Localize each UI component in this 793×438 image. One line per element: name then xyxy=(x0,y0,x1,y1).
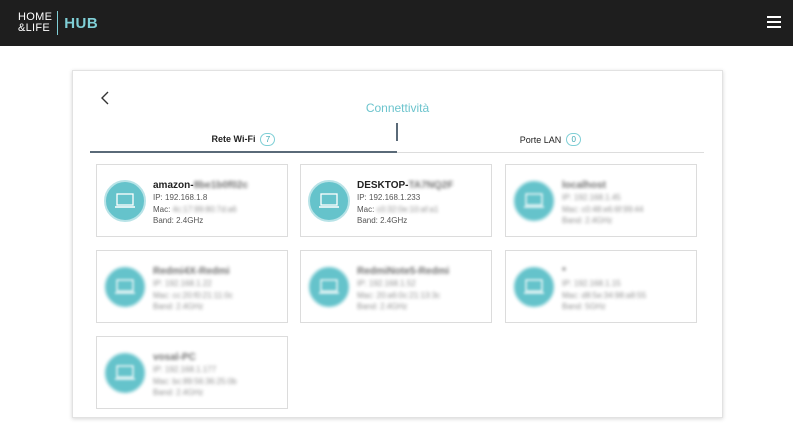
device-mac: Mac: 20:a6:0c:21:13:3c xyxy=(357,290,441,300)
device-ip: IP: 192.168.1.8 xyxy=(153,193,208,202)
device-ip: IP: 192.168.1.177 xyxy=(153,365,217,374)
device-mac: Mac: 4c:17:99:80:7d:a6 xyxy=(153,204,237,214)
laptop-icon xyxy=(513,266,555,308)
logo-hub-text: HUB xyxy=(64,14,99,32)
laptop-icon xyxy=(104,352,146,394)
logo-wordmark: HOME &LIFE xyxy=(18,12,52,34)
tab-lan-ports[interactable]: Porte LAN 0 xyxy=(397,127,704,153)
device-band: Band: 2.4GHz xyxy=(562,216,613,225)
device-mac: Mac: d8:5e:34:98:a8:55 xyxy=(562,290,647,300)
hamburger-icon[interactable] xyxy=(767,16,781,28)
device-ip: IP: 192.168.1.15 xyxy=(562,279,621,288)
device-mac: Mac: c0:48:e6:6f:99:44 xyxy=(562,204,644,214)
device-mac: Mac: cc:20:f0:21:11:0c xyxy=(153,290,233,300)
laptop-icon xyxy=(308,180,350,222)
device-band: Band: 2.4GHz xyxy=(153,302,204,311)
tab-lan-label: Porte LAN xyxy=(519,134,562,145)
device-card[interactable]: RedmiNote5-Redmi IP: 192.168.1.52 Mac: 2… xyxy=(300,250,492,323)
device-name: * xyxy=(562,266,566,277)
laptop-icon xyxy=(104,266,146,308)
logo-divider xyxy=(57,11,59,35)
device-band: Band: 2.4GHz xyxy=(357,302,408,311)
page-title: Connettività xyxy=(365,101,430,115)
device-name: amazon-8be1b0f02c xyxy=(153,180,249,191)
laptop-icon xyxy=(104,180,146,222)
device-band: Band: 2.4GHz xyxy=(357,216,408,225)
device-card[interactable]: amazon-8be1b0f02c IP: 192.168.1.8 Mac: 4… xyxy=(96,164,288,237)
device-mac: Mac: c0:32:0e:10:af:a1 xyxy=(357,204,439,214)
tab-bar: Rete Wi-Fi 7 Porte LAN 0 xyxy=(90,123,704,153)
laptop-icon xyxy=(513,180,555,222)
device-band: Band: 5GHz xyxy=(562,302,606,311)
device-card[interactable]: localhost IP: 192.168.1.45 Mac: c0:48:e6… xyxy=(505,164,697,237)
device-ip: IP: 192.168.1.22 xyxy=(153,279,212,288)
device-card[interactable]: vosal-PC IP: 192.168.1.177 Mac: bc:89:56… xyxy=(96,336,288,409)
device-mac: Mac: bc:89:56:36:25:0b xyxy=(153,376,237,386)
device-band: Band: 2.4GHz xyxy=(153,216,204,225)
device-card[interactable]: * IP: 192.168.1.15 Mac: d8:5e:34:98:a8:5… xyxy=(505,250,697,323)
device-ip: IP: 192.168.1.45 xyxy=(562,193,621,202)
device-name: localhost xyxy=(562,180,606,191)
device-band: Band: 2.4GHz xyxy=(153,388,204,397)
tab-lan-count-badge: 0 xyxy=(566,133,582,146)
device-card[interactable]: DESKTOP-TA7NQ2F IP: 192.168.1.233 Mac: c… xyxy=(300,164,492,237)
top-navigation-bar: HOME &LIFE HUB xyxy=(0,0,793,46)
home-life-hub-logo[interactable]: HOME &LIFE HUB xyxy=(18,11,98,35)
tab-wifi-count-badge: 7 xyxy=(260,132,276,146)
device-name: vosal-PC xyxy=(153,352,196,363)
tab-wifi[interactable]: Rete Wi-Fi 7 xyxy=(90,127,397,153)
logo-line-life: &LIFE xyxy=(18,22,51,34)
tab-wifi-label: Rete Wi-Fi xyxy=(211,134,256,144)
device-ip: IP: 192.168.1.233 xyxy=(357,193,421,202)
device-card[interactable]: Redmi4X-Redmi IP: 192.168.1.22 Mac: cc:2… xyxy=(96,250,288,323)
device-name: RedmiNote5-Redmi xyxy=(357,266,450,277)
laptop-icon xyxy=(308,266,350,308)
device-name: Redmi4X-Redmi xyxy=(153,266,230,277)
connectivity-card: Connettività Rete Wi-Fi 7 Porte LAN 0 am… xyxy=(72,70,723,418)
device-name: DESKTOP-TA7NQ2F xyxy=(357,180,454,191)
device-ip: IP: 192.168.1.52 xyxy=(357,279,416,288)
